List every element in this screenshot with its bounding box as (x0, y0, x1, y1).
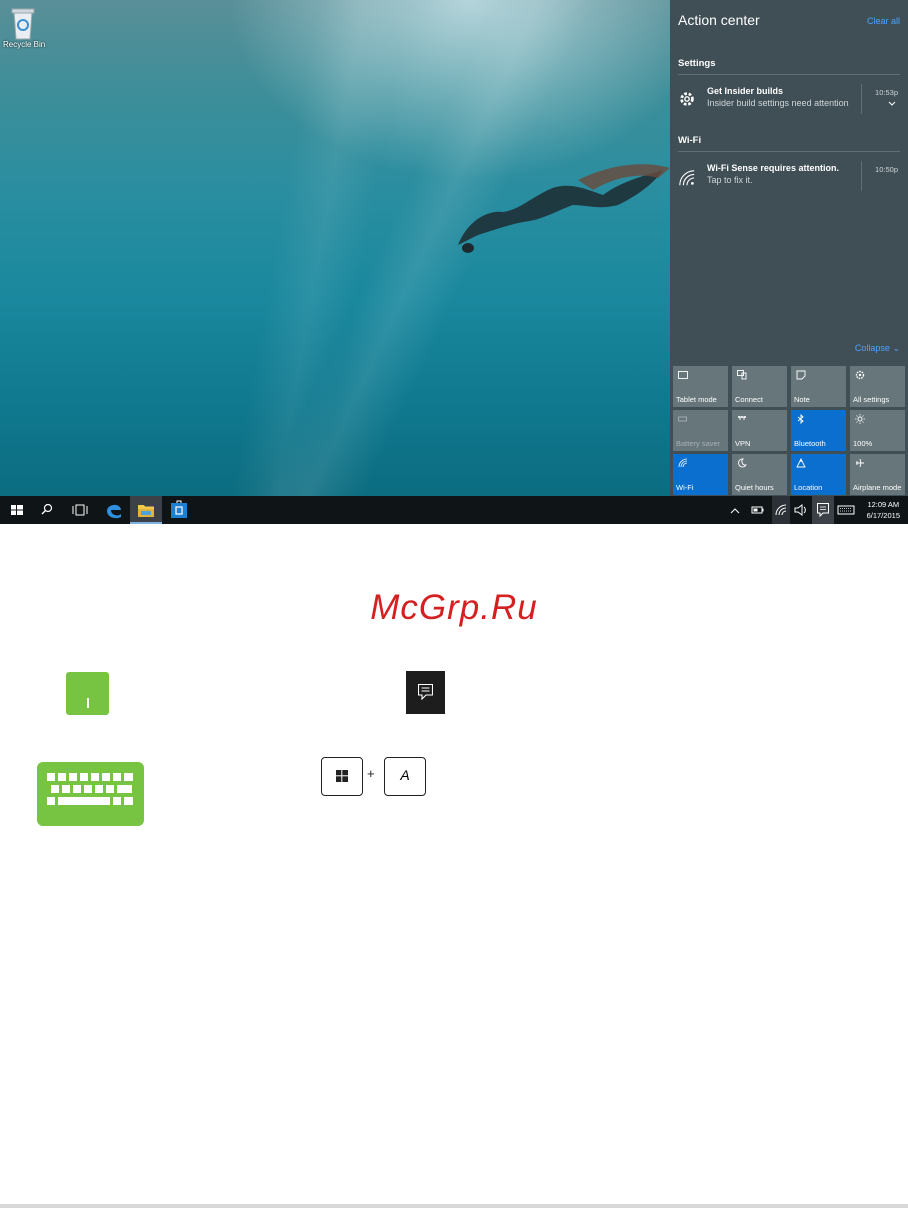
moon-icon (738, 458, 747, 468)
quick-action-quiet-hours[interactable]: Quiet hours (732, 454, 787, 495)
diver-silhouette (458, 164, 670, 253)
quick-action-all-settings[interactable]: All settings (850, 366, 905, 407)
recycle-bin-label[interactable]: Recycle Bin (3, 40, 45, 49)
section-settings-header: Settings (678, 58, 716, 69)
page-bottom-rule (0, 1204, 908, 1208)
notification-subtitle: Tap to fix it. (707, 175, 753, 185)
bluetooth-icon (797, 414, 804, 424)
action-center-icon (817, 503, 829, 517)
quick-action-tablet-mode[interactable]: Tablet mode (673, 366, 728, 407)
divider (861, 84, 862, 114)
notification-title: Wi-Fi Sense requires attention. (707, 163, 839, 173)
divider (678, 74, 900, 75)
file-explorer-button[interactable] (130, 496, 162, 524)
active-indicator (130, 522, 162, 524)
task-view-icon[interactable] (70, 496, 90, 524)
windows-screenshot: Recycle Bin Action center Clear all Sett… (0, 0, 908, 524)
quick-action-note[interactable]: Note (791, 366, 846, 407)
notification-insider-builds[interactable]: Get Insider builds Insider build setting… (678, 84, 900, 120)
network-button[interactable] (772, 496, 790, 524)
action-center-button[interactable] (812, 496, 834, 524)
notification-wifi-sense[interactable]: Wi-Fi Sense requires attention. Tap to f… (678, 161, 900, 197)
keyboard-keys (47, 773, 133, 805)
battery-icon (678, 416, 687, 422)
location-icon (796, 458, 806, 468)
quick-action-battery-saver[interactable]: Battery saver (673, 410, 728, 451)
quick-action-label: VPN (735, 439, 751, 448)
volume-icon[interactable] (792, 496, 810, 524)
quick-action-bluetooth[interactable]: Bluetooth (791, 410, 846, 451)
quick-action-label: Note (794, 395, 810, 404)
store-icon[interactable] (168, 496, 190, 524)
chevron-down-icon[interactable] (888, 100, 896, 108)
settings-icon (855, 370, 865, 380)
quick-action-label: All settings (853, 395, 890, 404)
notification-time: 10:50p (875, 165, 898, 174)
divider (861, 161, 862, 191)
tablet-mode-icon (678, 371, 688, 379)
keyboard-icon (37, 762, 144, 826)
quick-action-airplane-mode[interactable]: Airplane mode (850, 454, 905, 495)
touch-gesture-icon (66, 672, 109, 715)
connect-icon (737, 370, 747, 380)
notification-time: 10:53p (875, 88, 898, 97)
vpn-icon (738, 416, 746, 420)
quick-action-wifi[interactable]: Wi-Fi (673, 454, 728, 495)
wifi-icon (678, 458, 688, 468)
recycle-bin-icon[interactable] (10, 6, 36, 40)
chevron-down-icon: ⌄ (892, 343, 900, 353)
quick-action-location[interactable]: Location (791, 454, 846, 495)
notification-title: Get Insider builds (707, 86, 784, 96)
watermark: McGrp.Ru (370, 588, 538, 627)
quick-action-connect[interactable]: Connect (732, 366, 787, 407)
clock-time: 12:09 AM (867, 500, 900, 509)
brightness-icon (855, 414, 865, 424)
quick-action-label: Airplane mode (853, 483, 902, 492)
airplane-icon (856, 458, 864, 468)
note-icon (796, 370, 806, 380)
edge-browser-icon[interactable] (100, 496, 128, 524)
quick-action-label: Quiet hours (735, 483, 774, 492)
action-center-panel: Action center Clear all Settings Get Ins… (670, 0, 908, 496)
gear-icon (680, 92, 694, 106)
quick-action-label: Bluetooth (794, 439, 826, 448)
quick-action-label: Wi-Fi (676, 483, 694, 492)
a-key-label: A (400, 767, 410, 783)
clock-date: 6/17/2015 (866, 511, 900, 520)
quick-action-label: 100% (853, 439, 873, 448)
section-wifi-header: Wi-Fi (678, 135, 702, 146)
windows-key (321, 757, 363, 796)
plus-sign: + (367, 766, 375, 781)
start-button-windows-icon[interactable] (8, 496, 26, 524)
quick-action-brightness[interactable]: 100% (850, 410, 905, 451)
taskbar-clock[interactable]: 12:09 AM 6/17/2015 (867, 499, 900, 521)
desktop-wallpaper: Recycle Bin (0, 0, 670, 496)
battery-plug-icon[interactable] (748, 496, 768, 524)
notification-subtitle: Insider build settings need attention (707, 98, 849, 108)
action-center-title: Action center (678, 12, 760, 28)
touch-keyboard-icon[interactable] (836, 496, 856, 524)
taskbar: 12:09 AM 6/17/2015 (0, 496, 908, 524)
collapse-link[interactable]: Collapse ⌄ (855, 343, 900, 354)
folder-icon (138, 505, 154, 517)
wifi-icon (775, 504, 787, 516)
search-icon[interactable] (38, 496, 56, 524)
swipe-line (87, 698, 89, 708)
windows-logo-icon (336, 770, 348, 782)
action-center-icon (418, 684, 433, 700)
quick-action-vpn[interactable]: VPN (732, 410, 787, 451)
chevron-up-icon[interactable] (728, 496, 742, 524)
quick-action-label: Tablet mode (676, 395, 717, 404)
a-key: A (384, 757, 426, 796)
quick-action-label: Connect (735, 395, 763, 404)
collapse-label: Collapse (854, 343, 890, 353)
quick-action-label: Battery saver (676, 439, 721, 448)
quick-action-label: Location (794, 483, 823, 492)
clear-all-link[interactable]: Clear all (867, 16, 900, 26)
action-center-button-icon (406, 671, 445, 714)
divider (678, 151, 900, 152)
wifi-icon (679, 170, 695, 186)
